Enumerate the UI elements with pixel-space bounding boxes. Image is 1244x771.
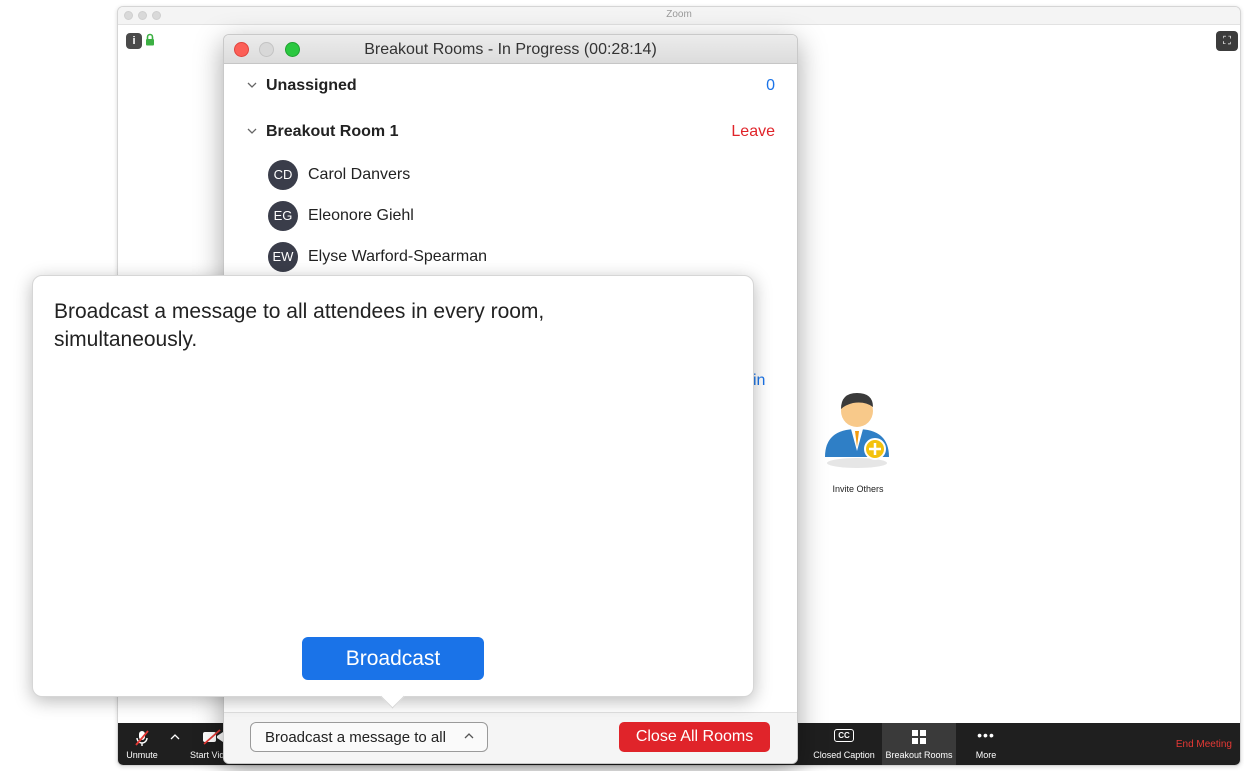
closed-caption-label: Closed Caption <box>813 750 875 760</box>
avatar: CD <box>268 160 298 190</box>
broadcast-button[interactable]: Broadcast <box>302 637 484 680</box>
chevron-down-icon <box>247 128 257 134</box>
chevron-down-icon <box>247 82 257 88</box>
end-meeting-button[interactable]: End Meeting <box>1176 739 1232 750</box>
audio-options-button[interactable] <box>166 723 184 765</box>
lock-icon[interactable] <box>145 33 155 46</box>
leave-room-link[interactable]: Leave <box>731 123 775 141</box>
invite-others-icon[interactable] <box>823 385 895 469</box>
breakout-rooms-label: Breakout Rooms <box>885 750 953 760</box>
fullscreen-icon[interactable]: ⛶ <box>1216 31 1238 51</box>
closed-caption-button[interactable]: CC Closed Caption <box>808 723 880 765</box>
more-label: More <box>975 750 997 760</box>
more-dots-icon: ••• <box>977 727 995 743</box>
chevron-up-icon <box>464 733 474 739</box>
participant-name: Elyse Warford-Spearman <box>308 248 488 265</box>
start-video-button[interactable]: Start Vid <box>186 723 226 765</box>
broadcast-message-text[interactable]: Broadcast a message to all attendees in … <box>54 298 614 354</box>
chevron-up-icon <box>170 734 180 740</box>
breakout-rooms-icon <box>912 730 926 744</box>
unassigned-label: Unassigned <box>266 77 357 94</box>
broadcast-popover: Broadcast a message to all attendees in … <box>32 275 754 709</box>
unassigned-count: 0 <box>766 77 775 94</box>
close-all-rooms-button[interactable]: Close All Rooms <box>619 722 770 752</box>
zoom-titlebar: Zoom <box>118 7 1240 25</box>
breakout-room-1-label: Breakout Room 1 <box>266 123 399 140</box>
more-button[interactable]: ••• More <box>964 723 1008 765</box>
avatar: EG <box>268 201 298 231</box>
closed-caption-icon: CC <box>834 729 854 742</box>
breakout-rooms-button[interactable]: Breakout Rooms <box>882 723 956 765</box>
broadcast-message-dropdown-label: Broadcast a message to all <box>265 729 446 746</box>
video-off-icon <box>203 729 223 745</box>
zoom-window-title: Zoom <box>666 9 692 20</box>
muted-microphone-icon <box>135 730 149 746</box>
participant-name: Carol Danvers <box>308 166 411 183</box>
unmute-label: Unmute <box>126 750 158 760</box>
breakout-room-1-section[interactable]: Breakout Room 1 Leave <box>242 123 779 145</box>
start-video-label: Start Vid <box>190 750 225 760</box>
breakout-rooms-footer: Broadcast a message to all Close All Roo… <box>224 712 797 763</box>
participant-name: Eleonore Giehl <box>308 207 414 224</box>
join-room-link-fragment[interactable]: in <box>753 372 765 390</box>
invite-others-label[interactable]: Invite Others <box>808 484 908 494</box>
breakout-rooms-title: Breakout Rooms - In Progress (00:28:14) <box>364 41 657 58</box>
info-icon[interactable]: i <box>126 33 142 49</box>
broadcast-message-dropdown[interactable]: Broadcast a message to all <box>250 722 488 752</box>
breakout-rooms-titlebar: Breakout Rooms - In Progress (00:28:14) <box>224 35 797 64</box>
unassigned-section[interactable]: Unassigned 0 <box>242 77 779 99</box>
avatar: EW <box>268 242 298 272</box>
unmute-button[interactable]: Unmute <box>122 723 162 765</box>
